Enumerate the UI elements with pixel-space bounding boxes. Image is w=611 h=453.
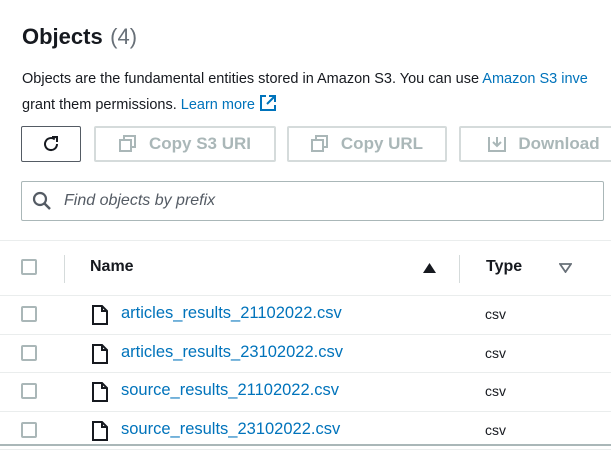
table-row: articles_results_21102022.csv csv bbox=[0, 296, 611, 335]
object-name-link[interactable]: source_results_21102022.csv bbox=[121, 381, 339, 400]
object-type: csv bbox=[485, 421, 506, 438]
object-name-link[interactable]: articles_results_21102022.csv bbox=[121, 304, 342, 323]
amazon-s3-inventory-link[interactable]: Amazon S3 inve bbox=[482, 71, 588, 87]
file-icon bbox=[92, 343, 108, 364]
object-type: csv bbox=[485, 306, 506, 322]
search-box bbox=[21, 181, 604, 221]
object-type: csv bbox=[485, 383, 506, 399]
download-icon bbox=[488, 137, 507, 152]
copy-s3-uri-button[interactable]: Copy S3 URI bbox=[94, 126, 276, 162]
column-header-name[interactable]: Name bbox=[90, 258, 134, 276]
learn-more-link[interactable]: Learn more bbox=[180, 95, 277, 113]
refresh-icon bbox=[44, 136, 59, 152]
table-row: articles_results_23102022.csv csv bbox=[0, 335, 611, 373]
table-row: source_results_21102022.csv csv bbox=[0, 373, 611, 412]
description-text-2: grant them permissions. bbox=[22, 97, 181, 113]
select-all-checkbox[interactable] bbox=[21, 259, 37, 275]
sort-descending-icon[interactable] bbox=[559, 263, 572, 273]
column-header-type[interactable]: Type bbox=[486, 258, 522, 276]
file-icon bbox=[92, 420, 108, 441]
objects-header: Objects (4) bbox=[22, 24, 137, 50]
description-text: Objects are the fundamental entities sto… bbox=[22, 71, 483, 87]
download-label: Download bbox=[518, 134, 600, 153]
refresh-button[interactable] bbox=[21, 126, 81, 162]
learn-more-label: Learn more bbox=[180, 97, 255, 113]
sort-ascending-icon[interactable] bbox=[423, 263, 436, 273]
objects-description: Objects are the fundamental entities sto… bbox=[22, 66, 611, 118]
search-icon bbox=[32, 191, 51, 210]
page-title: Objects bbox=[22, 24, 103, 49]
objects-table: Name Type articles_results_21102022.csv … bbox=[0, 240, 611, 450]
file-icon bbox=[92, 305, 108, 325]
search-input[interactable] bbox=[62, 191, 566, 211]
object-name-link[interactable]: articles_results_23102022.csv bbox=[121, 343, 343, 362]
row-checkbox[interactable] bbox=[21, 421, 37, 438]
copy-url-button[interactable]: Copy URL bbox=[287, 126, 447, 162]
copy-icon bbox=[310, 135, 328, 152]
copy-url-label: Copy URL bbox=[340, 134, 424, 153]
file-icon bbox=[92, 382, 108, 402]
object-type: csv bbox=[485, 344, 506, 361]
row-checkbox[interactable] bbox=[21, 383, 37, 399]
copy-s3-uri-label: Copy S3 URI bbox=[148, 134, 252, 153]
download-button[interactable]: Download bbox=[459, 126, 611, 162]
row-checkbox[interactable] bbox=[21, 306, 37, 322]
row-checkbox[interactable] bbox=[21, 344, 37, 361]
table-bottom-divider bbox=[0, 444, 611, 446]
external-link-icon bbox=[259, 95, 276, 111]
table-header: Name Type bbox=[0, 240, 611, 296]
copy-icon bbox=[118, 135, 136, 152]
object-name-link[interactable]: source_results_23102022.csv bbox=[121, 420, 340, 439]
object-count: (4) bbox=[110, 24, 138, 49]
column-divider bbox=[64, 255, 65, 283]
column-divider bbox=[459, 255, 460, 283]
